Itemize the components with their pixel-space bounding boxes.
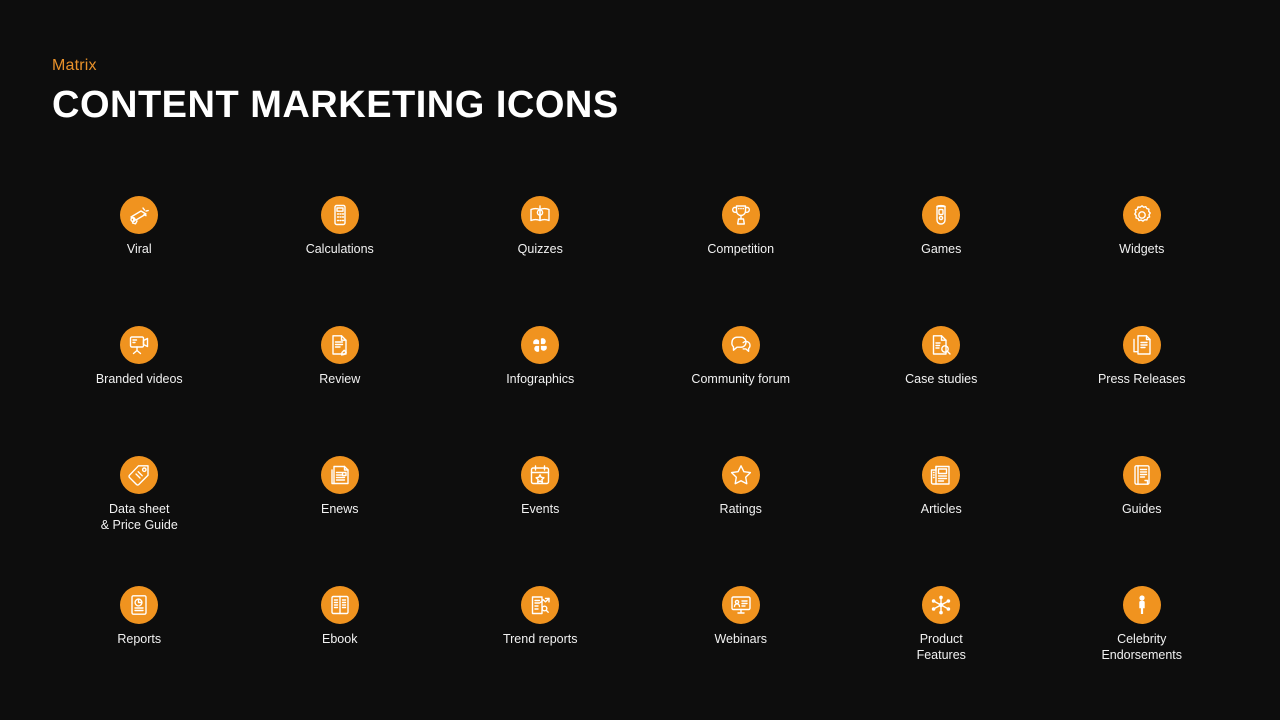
icon-label: Games (921, 242, 962, 256)
icon-cell[interactable]: Widgets (1042, 182, 1243, 312)
icon-cell[interactable]: Infographics (440, 312, 641, 442)
newspaper-icon[interactable] (922, 456, 961, 494)
icon-cell[interactable]: Ebook (240, 572, 441, 702)
trophy-icon[interactable] (721, 196, 760, 234)
icon-grid: Viral Calculations Quizzes Competition Games… (39, 182, 1242, 702)
icon-label: Quizzes (517, 242, 563, 256)
icon-cell[interactable]: Celebrity Endorsements (1042, 572, 1243, 702)
icon-label: Calculations (305, 242, 374, 256)
newsletter-icon[interactable] (320, 456, 359, 494)
icon-cell[interactable]: Quizzes (440, 182, 641, 312)
trend-report-icon[interactable] (521, 586, 560, 624)
icon-cell[interactable]: Webinars (641, 572, 842, 702)
icon-label: Reports (117, 632, 162, 646)
icon-cell[interactable]: Community forum (641, 312, 842, 442)
price-tag-icon[interactable] (120, 456, 159, 494)
calendar-star-icon[interactable] (521, 456, 560, 494)
calculator-icon[interactable] (320, 196, 359, 234)
speech-bubbles-icon[interactable] (721, 326, 760, 364)
gamepad-icon[interactable] (922, 196, 961, 234)
icon-cell[interactable]: Ratings (641, 442, 842, 572)
gear-icon[interactable] (1122, 196, 1161, 234)
page-title: CONTENT MARKETING ICONS (52, 84, 619, 126)
icon-label: Enews (320, 502, 359, 516)
page-header: Matrix CONTENT MARKETING ICONS (52, 56, 619, 128)
icon-cell[interactable]: Branded videos (39, 312, 240, 442)
icon-label: Guides (1121, 502, 1162, 516)
icon-label: Competition (707, 242, 775, 256)
icon-label: Ebook (322, 632, 358, 646)
icon-cell[interactable]: Games (841, 182, 1042, 312)
icon-label: Product Features (916, 632, 966, 662)
report-chart-icon[interactable] (120, 586, 159, 624)
icon-label: Viral (126, 242, 152, 256)
icon-label: Data sheet & Price Guide (100, 502, 178, 532)
icon-label: Events (521, 502, 560, 516)
star-icon[interactable] (721, 456, 760, 494)
press-pages-icon[interactable] (1122, 326, 1161, 364)
icon-cell[interactable]: Competition (641, 182, 842, 312)
icon-label: Community forum (691, 372, 791, 386)
icon-cell[interactable]: Events (440, 442, 641, 572)
icon-label: Review (319, 372, 361, 386)
icon-cell[interactable]: Viral (39, 182, 240, 312)
icon-label: Infographics (506, 372, 575, 386)
review-document-icon[interactable] (320, 326, 359, 364)
person-icon[interactable] (1122, 586, 1161, 624)
icon-label: Trend reports (502, 632, 578, 646)
quiz-book-icon[interactable] (521, 196, 560, 234)
document-magnifier-icon[interactable] (922, 326, 961, 364)
network-nodes-icon[interactable] (922, 586, 961, 624)
icon-cell[interactable]: Calculations (240, 182, 441, 312)
icon-label: Press Releases (1097, 372, 1186, 386)
icon-label: Widgets (1119, 242, 1165, 256)
icon-label: Articles (920, 502, 962, 516)
icon-cell[interactable]: Press Releases (1042, 312, 1243, 442)
megaphone-icon[interactable] (120, 196, 159, 234)
icon-label: Celebrity Endorsements (1101, 632, 1183, 662)
icon-label: Webinars (714, 632, 768, 646)
icon-label: Case studies (905, 372, 978, 386)
icon-cell[interactable]: Trend reports (440, 572, 641, 702)
icon-cell[interactable]: Enews (240, 442, 441, 572)
icon-cell[interactable]: Reports (39, 572, 240, 702)
icon-cell[interactable]: Product Features (841, 572, 1042, 702)
icon-cell[interactable]: Review (240, 312, 441, 442)
icon-label: Ratings (719, 502, 762, 516)
eyebrow-label: Matrix (52, 57, 97, 74)
icon-cell[interactable]: Case studies (841, 312, 1042, 442)
icon-label: Branded videos (95, 372, 183, 386)
four-petal-icon[interactable] (521, 326, 560, 364)
icon-cell[interactable]: Data sheet & Price Guide (39, 442, 240, 572)
ebook-icon[interactable] (320, 586, 359, 624)
icon-cell[interactable]: Guides (1042, 442, 1243, 572)
webinar-screen-icon[interactable] (721, 586, 760, 624)
guide-book-icon[interactable] (1122, 456, 1161, 494)
video-monitor-icon[interactable] (120, 326, 159, 364)
icon-cell[interactable]: Articles (841, 442, 1042, 572)
